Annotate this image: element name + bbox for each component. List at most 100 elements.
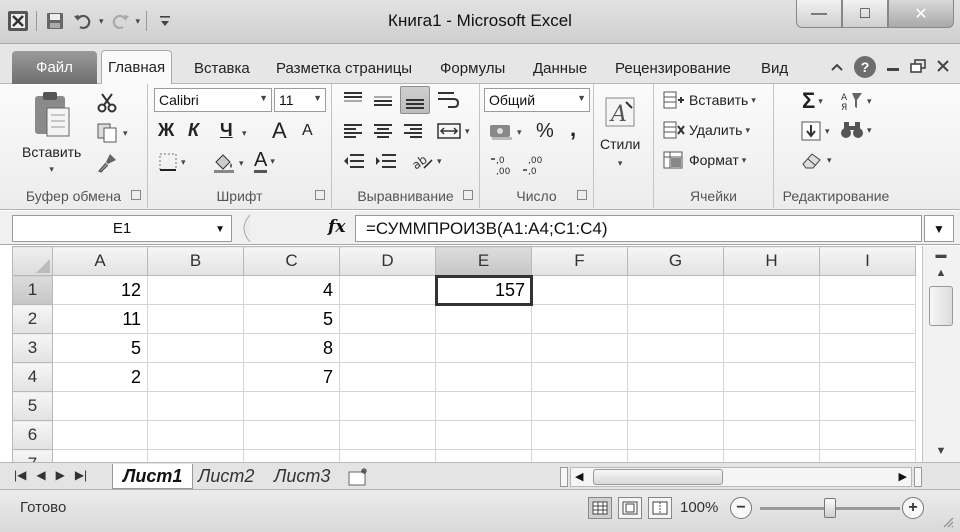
cell-e1[interactable]: 157 — [434, 274, 533, 306]
next-sheet-icon[interactable]: ▶ — [56, 468, 65, 482]
zoom-out-button[interactable]: − — [730, 497, 752, 519]
cell-h1[interactable] — [723, 275, 820, 305]
cell-f1[interactable] — [531, 275, 628, 305]
decrease-indent-button[interactable] — [342, 152, 366, 170]
zoom-slider-thumb[interactable] — [824, 498, 836, 518]
formula-bar-splitter-icon[interactable] — [236, 215, 256, 242]
scroll-up-icon[interactable]: ▲ — [927, 264, 955, 282]
cell-i6[interactable] — [819, 420, 916, 450]
column-header[interactable]: A — [52, 246, 148, 276]
cell-g7[interactable] — [627, 449, 724, 462]
cell-d5[interactable] — [339, 391, 436, 421]
align-bottom-button[interactable] — [400, 86, 430, 114]
borders-button[interactable]: ▾ — [158, 152, 186, 172]
column-header[interactable]: C — [243, 246, 340, 276]
row-header[interactable]: 3 — [12, 333, 53, 363]
autosum-button[interactable]: Σ ▾ — [802, 88, 823, 114]
sheet-tab-1[interactable]: Лист1 — [112, 464, 194, 489]
tab-file[interactable]: Файл — [12, 51, 97, 84]
horizontal-scroll-thumb[interactable] — [593, 469, 723, 485]
cell-i5[interactable] — [819, 391, 916, 421]
cell-c7[interactable] — [243, 449, 340, 462]
tab-insert[interactable]: Вставка — [188, 53, 256, 84]
horizontal-scrollbar[interactable]: ◀ ▶ — [570, 467, 912, 487]
tab-view[interactable]: Вид — [755, 53, 794, 84]
alignment-launcher-icon[interactable] — [463, 190, 473, 200]
cell-i3[interactable] — [819, 333, 916, 363]
tab-data[interactable]: Данные — [527, 53, 593, 84]
cell-b3[interactable] — [147, 333, 244, 363]
currency-button[interactable]: ▾ — [488, 122, 522, 142]
column-header[interactable]: D — [339, 246, 436, 276]
insert-sheet-button[interactable] — [336, 464, 382, 489]
cell-f6[interactable] — [531, 420, 628, 450]
cut-button[interactable] — [96, 92, 118, 114]
increase-indent-button[interactable] — [374, 152, 398, 170]
font-launcher-icon[interactable] — [315, 190, 325, 200]
cell-c3[interactable]: 8 — [243, 333, 340, 363]
tab-split-handle[interactable] — [560, 467, 568, 487]
zoom-level[interactable]: 100% — [680, 499, 718, 516]
sheet-tab-2[interactable]: Лист2 — [188, 464, 264, 489]
formula-input[interactable]: =СУММПРОИЗВ(A1:A4;C1:C4) — [355, 215, 922, 242]
cell-f5[interactable] — [531, 391, 628, 421]
column-header[interactable]: B — [147, 246, 244, 276]
vertical-scrollbar[interactable]: ▬ ▲ ▼ — [922, 246, 960, 462]
number-format-select[interactable]: Общий ▼ — [484, 88, 590, 112]
cell-a3[interactable]: 5 — [52, 333, 148, 363]
format-painter-button[interactable] — [96, 152, 118, 174]
cell-d2[interactable] — [339, 304, 436, 334]
cell-g2[interactable] — [627, 304, 724, 334]
grow-font-button[interactable]: A — [272, 118, 287, 144]
cell-h4[interactable] — [723, 362, 820, 392]
cell-c4[interactable]: 7 — [243, 362, 340, 392]
workbook-restore-icon[interactable] — [910, 58, 926, 76]
tab-page-layout[interactable]: Разметка страницы — [270, 53, 418, 84]
normal-view-button[interactable] — [588, 497, 612, 519]
cell-c1[interactable]: 4 — [243, 275, 340, 305]
cell-i1[interactable] — [819, 275, 916, 305]
cell-a4[interactable]: 2 — [52, 362, 148, 392]
insert-function-button[interactable]: fx — [328, 217, 345, 237]
copy-button[interactable]: ▾ — [96, 122, 128, 144]
tab-formulas[interactable]: Формулы — [434, 53, 511, 84]
cell-c6[interactable] — [243, 420, 340, 450]
cell-b7[interactable] — [147, 449, 244, 462]
cell-e6[interactable] — [435, 420, 532, 450]
align-middle-button[interactable] — [372, 92, 394, 110]
name-box-dropdown-icon[interactable]: ▼ — [215, 224, 225, 235]
row-header[interactable]: 2 — [12, 304, 53, 334]
cell-b5[interactable] — [147, 391, 244, 421]
sheet-tab-3[interactable]: Лист3 — [264, 464, 340, 489]
delete-cells-button[interactable]: Удалить ▾ — [662, 120, 750, 140]
cell-e3[interactable] — [435, 333, 532, 363]
cell-i4[interactable] — [819, 362, 916, 392]
fill-color-button[interactable]: ▾ — [212, 152, 244, 174]
name-box[interactable]: E1 ▼ — [12, 215, 232, 242]
column-header[interactable]: I — [819, 246, 916, 276]
font-color-button[interactable]: A ▾ — [254, 150, 275, 173]
cell-c2[interactable]: 5 — [243, 304, 340, 334]
decrease-decimal-button[interactable]: ,00,0 — [522, 154, 548, 176]
cell-e5[interactable] — [435, 391, 532, 421]
align-center-button[interactable] — [372, 122, 394, 140]
column-header[interactable]: H — [723, 246, 820, 276]
cell-h7[interactable] — [723, 449, 820, 462]
cell-f2[interactable] — [531, 304, 628, 334]
cell-g6[interactable] — [627, 420, 724, 450]
scroll-right-icon[interactable]: ▶ — [899, 470, 907, 483]
bold-button[interactable]: Ж — [158, 120, 174, 141]
paste-button[interactable]: Вставить ▾ — [22, 90, 81, 175]
expand-formula-bar-icon[interactable]: ▼ — [924, 215, 954, 242]
cell-h2[interactable] — [723, 304, 820, 334]
increase-decimal-button[interactable]: ,0,00 — [490, 154, 516, 176]
cell-h3[interactable] — [723, 333, 820, 363]
workbook-minimize-icon[interactable] — [886, 59, 900, 75]
fill-button[interactable]: ▾ — [800, 120, 830, 142]
cell-a6[interactable] — [52, 420, 148, 450]
format-cells-button[interactable]: Формат ▾ — [662, 150, 746, 170]
cell-g1[interactable] — [627, 275, 724, 305]
comma-style-button[interactable]: , — [570, 116, 576, 142]
align-right-button[interactable] — [402, 122, 424, 140]
cell-f7[interactable] — [531, 449, 628, 462]
